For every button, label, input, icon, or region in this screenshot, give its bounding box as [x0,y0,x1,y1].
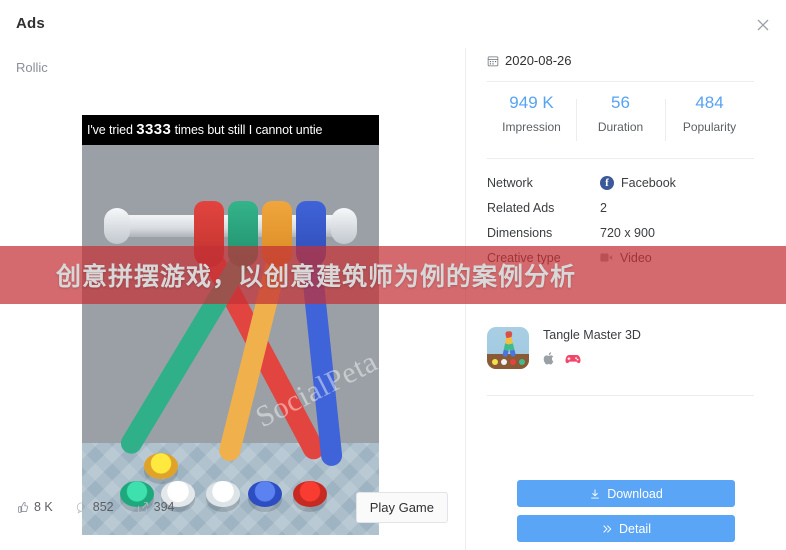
platform-icons [543,351,641,366]
download-label: Download [607,486,663,501]
ads-detail-dialog: Ads Rollic I've tried 3333 times but sti… [0,0,786,550]
app-icon-tangle-master [487,327,529,369]
dialog-header: Ads [0,0,786,48]
info-row-dimensions: Dimensions 720 x 900 [487,220,754,245]
facebook-icon: f [600,175,614,190]
caption-suffix: times but still I cannot untie [171,123,323,137]
knot-orange [262,201,292,267]
share-icon [137,501,148,513]
metric-value: 949 K [509,93,554,112]
ad-creative-preview[interactable]: I've tried 3333 times but still I cannot… [82,115,379,535]
app-icon-dot-white [501,359,507,365]
knot-green [228,201,258,267]
download-icon [591,489,599,498]
info-key: Creative type [487,250,561,265]
metric-label: Popularity [682,120,737,134]
details-panel: 2020-08-26 949 K Impression 56 Duration … [466,48,786,550]
detail-label: Detail [619,521,651,536]
creative-panel: Rollic I've tried 3333 times but still I… [0,48,465,550]
metric-impression: 949 K Impression [487,91,576,153]
divider-app [487,395,754,396]
peg-blue [248,481,282,507]
chevron-double-right-icon [603,524,612,533]
peg-yellow [144,453,178,479]
calendar-icon [487,56,499,66]
detail-button[interactable]: Detail [517,515,735,542]
creative-scene: SocialPeta [82,145,379,535]
metric-label: Impression [502,120,561,134]
peg-white-2 [206,481,240,507]
creative-caption: I've tried 3333 times but still I cannot… [82,115,379,145]
scene-bar-cap-left [104,208,130,244]
thumbs-up-icon [18,501,28,513]
info-row-creative-type: Creative type Video [487,245,754,270]
comment-icon [76,501,86,514]
info-row-network: Network f Facebook [487,170,754,195]
info-value: 2 [600,200,607,215]
info-key: Network [487,175,533,190]
metric-value: 484 [695,93,724,112]
close-icon[interactable] [754,16,772,34]
info-value: f Facebook [600,175,676,190]
divider-metrics [487,158,754,159]
likes-value: 8 K [34,500,53,514]
scene-bar-cap-right [331,208,357,244]
app-name: Tangle Master 3D [543,328,641,342]
caption-number: 3333 [136,121,172,138]
engagement-stats: 8 K 852 394 [16,500,174,514]
apple-icon [543,352,554,365]
video-icon [600,253,613,262]
knot-red [194,201,224,267]
page-title: Ads [16,15,45,32]
peg-red [293,481,327,507]
advertiser-name: Rollic [16,60,48,75]
app-meta: Tangle Master 3D [543,327,641,366]
play-game-button[interactable]: Play Game [355,492,448,523]
shares-value: 394 [153,500,175,514]
info-value: Video [600,251,652,265]
shares-stat: 394 [136,500,175,514]
app-icon-dot-yellow [492,359,498,365]
download-button[interactable]: Download [517,480,735,507]
network-name: Facebook [621,175,676,190]
info-value: 720 x 900 [600,225,655,240]
metric-popularity: 484 Popularity [665,91,754,153]
ad-date: 2020-08-26 [487,53,572,68]
comments-stat: 852 [75,500,114,514]
ad-info-list: Network f Facebook Related Ads 2 Dimensi… [487,170,754,270]
caption-prefix: I've tried [87,123,137,137]
gamepad-icon [565,354,581,363]
metric-value: 56 [611,93,630,112]
app-icon-dot-green [519,359,525,365]
metric-duration: 56 Duration [576,91,665,153]
divider-top [487,81,754,82]
comments-value: 852 [92,500,114,514]
ad-date-value: 2020-08-26 [505,53,572,68]
app-info[interactable]: Tangle Master 3D [487,327,641,369]
info-key: Related Ads [487,200,555,215]
info-key: Dimensions [487,225,553,240]
likes-stat: 8 K [16,500,53,514]
metrics-row: 949 K Impression 56 Duration 484 Popular… [487,91,754,153]
info-row-related-ads: Related Ads 2 [487,195,754,220]
app-icon-dot-red [510,359,516,365]
creative-type-value: Video [620,250,652,265]
metric-label: Duration [597,120,644,134]
knot-blue [296,201,326,267]
action-buttons: Download Detail Copy Ideas [517,480,735,550]
